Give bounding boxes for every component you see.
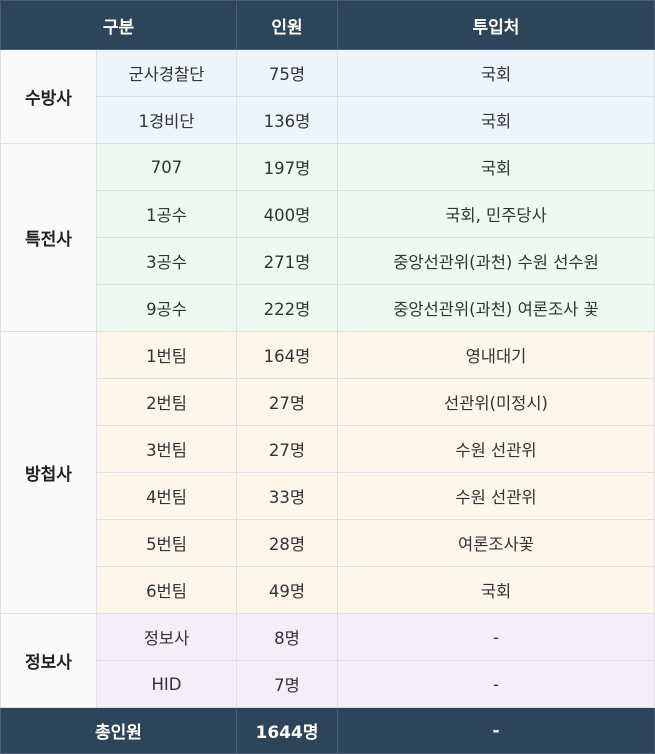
target-cell: 국회 (337, 96, 655, 144)
group-label: 수방사 (0, 49, 97, 144)
unit-cell: 6번팀 (96, 566, 237, 614)
table-row: 3번팀 27명 수원 선관위 (1, 425, 655, 473)
table-row: HID 7명 - (1, 660, 655, 708)
count-cell: 27명 (236, 425, 338, 473)
target-cell: 국회 (337, 49, 655, 97)
count-cell: 75명 (236, 49, 338, 97)
table-row: 2번팀 27명 선관위(미정시) (1, 378, 655, 426)
unit-cell: 군사경찰단 (96, 49, 237, 97)
count-cell: 7명 (236, 660, 338, 708)
target-cell: 중앙선관위(과천) 수원 선수원 (337, 237, 655, 285)
target-cell: 국회, 민주당사 (337, 190, 655, 238)
target-cell: 수원 선관위 (337, 472, 655, 520)
table-row: 1공수 400명 국회, 민주당사 (1, 190, 655, 238)
unit-cell: 4번팀 (96, 472, 237, 520)
table-row: 3공수 271명 중앙선관위(과천) 수원 선수원 (1, 237, 655, 285)
table-row: 9공수 222명 중앙선관위(과천) 여론조사 꽃 (1, 284, 655, 332)
table-row: 특전사 707 197명 국회 (0, 143, 655, 332)
unit-cell: 정보사 (96, 613, 237, 661)
unit-cell: 707 (96, 143, 237, 191)
target-cell: 선관위(미정시) (337, 378, 655, 426)
table-row: 6번팀 49명 국회 (1, 566, 655, 614)
target-cell: - (337, 660, 655, 708)
table-row: 정보사 정보사 8명 - (0, 613, 655, 708)
unit-cell: 1번팀 (96, 331, 237, 379)
group-label: 특전사 (0, 143, 97, 332)
target-cell: 영내대기 (337, 331, 655, 379)
count-cell: 222명 (236, 284, 338, 332)
target-cell: 수원 선관위 (337, 425, 655, 473)
target-cell: - (337, 613, 655, 661)
table-row: 수방사 군사경찰단 75명 국회 (0, 49, 655, 144)
target-cell: 국회 (337, 143, 655, 191)
header-category: 구분 (0, 0, 237, 50)
table-row: 4번팀 33명 수원 선관위 (1, 472, 655, 520)
table-header: 구분 인원 투입처 (0, 0, 655, 50)
header-row: 구분 인원 투입처 (0, 0, 655, 50)
deployment-table: 구분 인원 투입처 수방사 군사경찰단 75명 국회 1경비단 136명 국회 … (0, 0, 655, 754)
unit-cell: 9공수 (96, 284, 237, 332)
unit-cell: 1경비단 (96, 96, 237, 144)
count-cell: 28명 (236, 519, 338, 567)
target-cell: 여론조사꽃 (337, 519, 655, 567)
table-footer: 총인원 1644명 - (0, 707, 655, 754)
table-body: 수방사 군사경찰단 75명 국회 1경비단 136명 국회 특전사 707 19… (0, 49, 655, 708)
unit-cell: 2번팀 (96, 378, 237, 426)
table-row: 방첩사 1번팀 164명 영내대기 (0, 331, 655, 614)
unit-cell: 1공수 (96, 190, 237, 238)
unit-cell: HID (96, 660, 237, 708)
target-cell: 중앙선관위(과천) 여론조사 꽃 (337, 284, 655, 332)
count-cell: 8명 (236, 613, 338, 661)
total-target: - (337, 707, 655, 754)
header-personnel: 인원 (236, 0, 338, 50)
count-cell: 33명 (236, 472, 338, 520)
group-label: 정보사 (0, 613, 97, 708)
count-cell: 197명 (236, 143, 338, 191)
count-cell: 27명 (236, 378, 338, 426)
total-label: 총인원 (0, 707, 237, 754)
count-cell: 136명 (236, 96, 338, 144)
unit-cell: 5번팀 (96, 519, 237, 567)
unit-cell: 3공수 (96, 237, 237, 285)
count-cell: 271명 (236, 237, 338, 285)
count-cell: 49명 (236, 566, 338, 614)
group-label: 방첩사 (0, 331, 97, 614)
count-cell: 164명 (236, 331, 338, 379)
target-cell: 국회 (337, 566, 655, 614)
count-cell: 400명 (236, 190, 338, 238)
header-deployment-site: 투입처 (337, 0, 655, 50)
table-row: 1경비단 136명 국회 (1, 96, 655, 144)
total-count: 1644명 (236, 707, 338, 754)
total-row: 총인원 1644명 - (0, 707, 655, 754)
unit-cell: 3번팀 (96, 425, 237, 473)
table-row: 5번팀 28명 여론조사꽃 (1, 519, 655, 567)
